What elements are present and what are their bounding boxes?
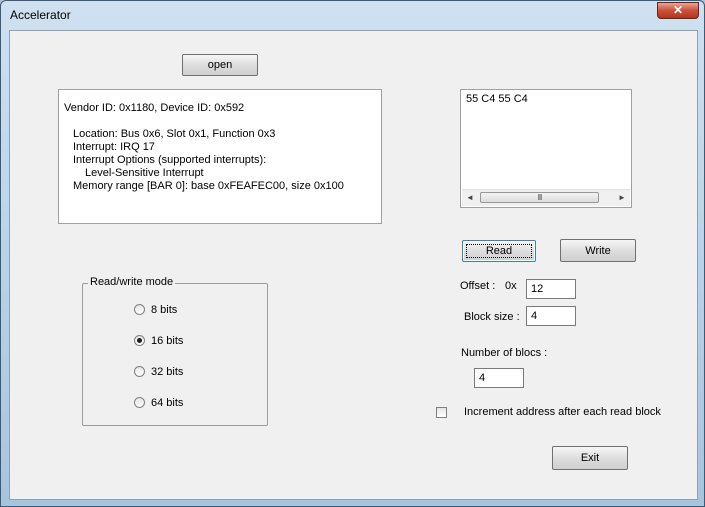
- info-line-vendor: Vendor ID: 0x1180, Device ID: 0x592: [64, 102, 245, 114]
- read-write-mode-group: Read/write mode 8 bits 16 bits 32 bits 6…: [82, 276, 268, 426]
- radio-16-bits[interactable]: [134, 335, 145, 346]
- read-write-mode-legend: Read/write mode: [88, 276, 176, 288]
- scroll-right-icon[interactable]: ►: [614, 190, 630, 206]
- offset-prefix: 0x: [505, 280, 517, 292]
- radio-32-bits[interactable]: [134, 366, 145, 377]
- number-of-blocs-input[interactable]: [474, 368, 524, 388]
- read-button[interactable]: Read: [462, 240, 536, 262]
- radio-64-bits[interactable]: [134, 397, 145, 408]
- info-line-memory: Memory range [BAR 0]: base 0xFEAFEC00, s…: [73, 180, 344, 192]
- offset-input[interactable]: [526, 279, 576, 299]
- radio-16-bits-label[interactable]: 16 bits: [151, 335, 183, 347]
- client-area: open Vendor ID: 0x1180, Device ID: 0x592…: [9, 30, 698, 500]
- horizontal-scrollbar[interactable]: ◄ III ►: [462, 189, 630, 206]
- open-button[interactable]: open: [182, 54, 258, 76]
- focus-ring: [466, 244, 532, 258]
- accelerator-window: Accelerator ✕ open Vendor ID: 0x1180, De…: [0, 0, 705, 507]
- output-listbox[interactable]: 55 C4 55 C4 ◄ III ►: [460, 89, 632, 208]
- close-icon: ✕: [672, 3, 684, 17]
- exit-button[interactable]: Exit: [552, 446, 628, 470]
- info-line-interrupt-options: Interrupt Options (supported interrupts)…: [73, 154, 267, 166]
- radio-32-bits-label[interactable]: 32 bits: [151, 366, 183, 378]
- info-line-interrupt-type: Level-Sensitive Interrupt: [85, 167, 204, 179]
- info-line-interrupt: Interrupt: IRQ 17: [73, 141, 155, 153]
- increment-checkbox[interactable]: [436, 407, 447, 418]
- radio-8-bits[interactable]: [134, 304, 145, 315]
- title-bar[interactable]: Accelerator ✕: [1, 1, 704, 29]
- output-text: 55 C4 55 C4: [466, 93, 528, 105]
- increment-checkbox-label[interactable]: Increment address after each read block: [464, 406, 661, 418]
- block-size-input[interactable]: [526, 306, 576, 326]
- radio-selected-dot: [137, 338, 142, 343]
- close-button[interactable]: ✕: [657, 2, 699, 19]
- number-of-blocs-label: Number of blocs :: [461, 347, 548, 359]
- radio-64-bits-label[interactable]: 64 bits: [151, 397, 183, 409]
- write-button[interactable]: Write: [560, 239, 636, 262]
- scroll-thumb[interactable]: III: [480, 192, 599, 203]
- offset-label: Offset :: [460, 280, 496, 292]
- device-info-box: Vendor ID: 0x1180, Device ID: 0x592 Loca…: [58, 89, 382, 224]
- block-size-label: Block size :: [464, 311, 520, 323]
- info-line-location: Location: Bus 0x6, Slot 0x1, Function 0x…: [73, 128, 276, 140]
- radio-8-bits-label[interactable]: 8 bits: [151, 304, 177, 316]
- window-title: Accelerator: [10, 8, 71, 22]
- scroll-left-icon[interactable]: ◄: [462, 190, 478, 206]
